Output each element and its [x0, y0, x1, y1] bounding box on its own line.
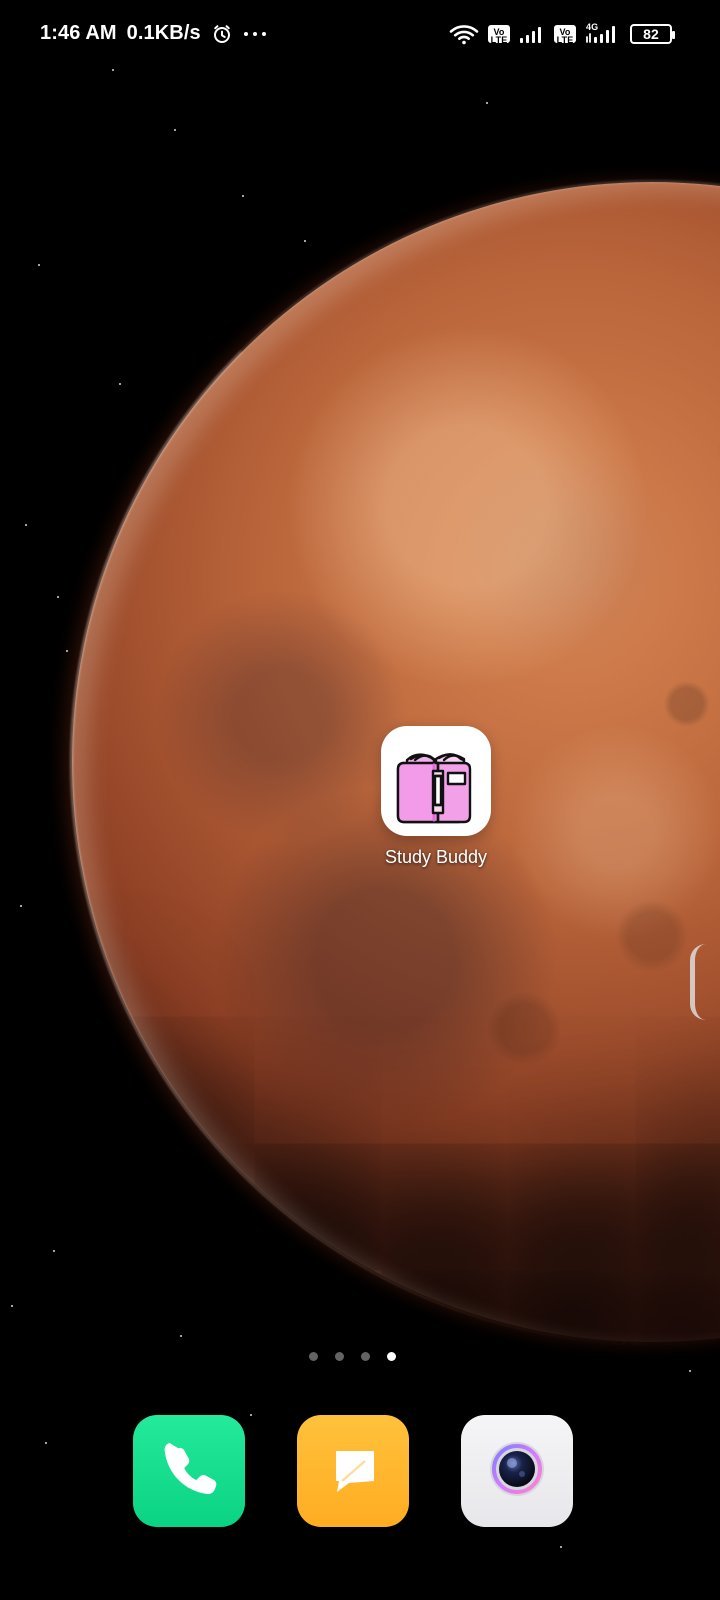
home-screen: 1:46 AM 0.1KB/s Vo LTE Vo LTE 4G 82 Stud…: [0, 0, 720, 1600]
battery-indicator: 82: [630, 24, 675, 44]
volte-icon: Vo LTE: [554, 25, 576, 45]
network-type-indicator: 4G: [584, 22, 618, 45]
network-speed: 0.1KB/s: [126, 22, 201, 44]
page-indicator-dot[interactable]: [309, 1352, 318, 1361]
wifi-icon: [448, 22, 480, 46]
battery-level: 82: [643, 26, 659, 42]
dock: [0, 1415, 720, 1529]
network-type-label: 4G: [586, 22, 599, 32]
status-time: 1:46 AM: [40, 22, 117, 44]
cellular-signal-icon: [518, 23, 546, 45]
page-indicator: [309, 1352, 396, 1361]
status-bar: 1:46 AM 0.1KB/s Vo LTE Vo LTE 4G 82: [0, 0, 720, 68]
phone-icon: [156, 1436, 222, 1506]
status-left: 1:46 AM 0.1KB/s: [40, 22, 267, 45]
side-panel-handle[interactable]: [690, 944, 706, 1020]
page-indicator-dot[interactable]: [335, 1352, 344, 1361]
study-buddy-app[interactable]: Study Buddy: [380, 726, 492, 868]
book-icon: [381, 726, 491, 836]
phone-app[interactable]: [133, 1415, 245, 1527]
camera-app[interactable]: [461, 1415, 573, 1527]
messages-app[interactable]: [297, 1415, 409, 1527]
messages-icon: [318, 1434, 388, 1508]
volte-icon: Vo LTE: [488, 25, 510, 45]
alarm-clock-icon: [211, 23, 233, 45]
more-dots-icon: [243, 30, 267, 38]
status-right: Vo LTE Vo LTE 4G 82: [448, 22, 675, 46]
page-indicator-dot[interactable]: [361, 1352, 370, 1361]
app-label: Study Buddy: [384, 847, 488, 867]
page-indicator-dot-active[interactable]: [387, 1352, 396, 1361]
camera-icon: [478, 1430, 556, 1512]
